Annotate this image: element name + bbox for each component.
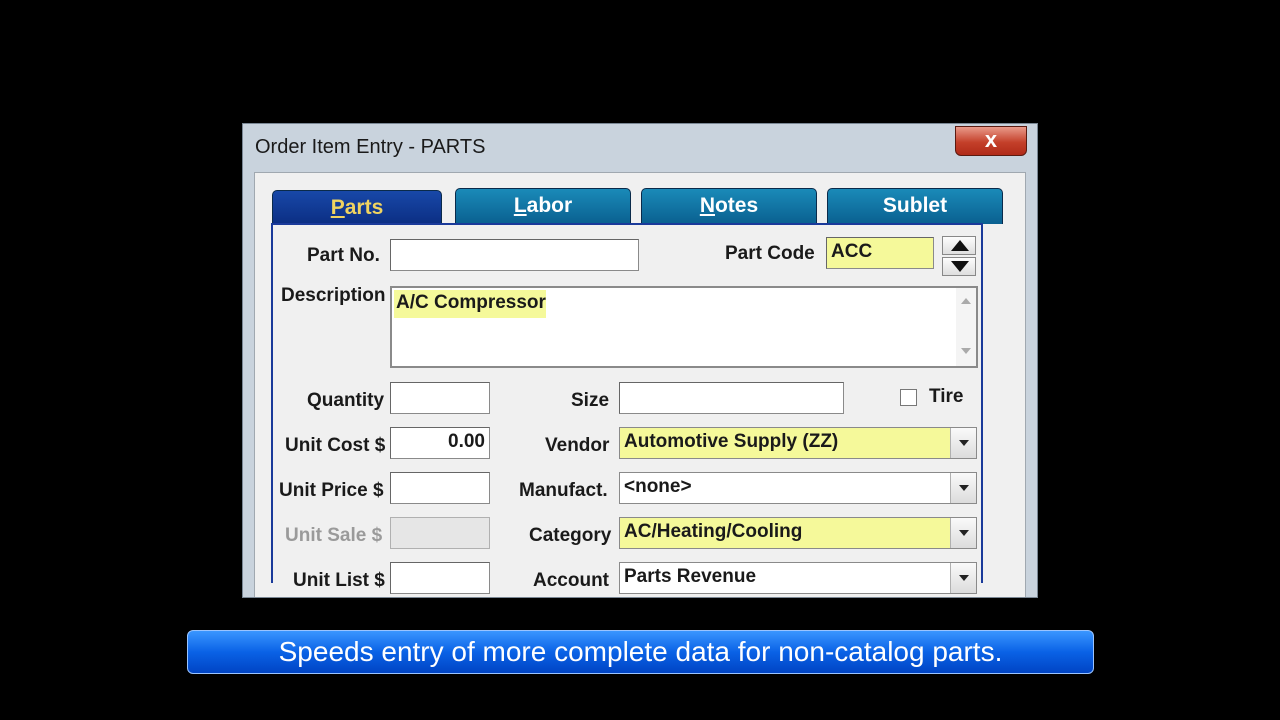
description-textarea[interactable]: A/C Compressor xyxy=(390,286,978,368)
account-label: Account xyxy=(533,570,609,591)
account-select[interactable]: Parts Revenue xyxy=(619,562,977,594)
tab-notes-label: otes xyxy=(714,194,759,217)
manufact-label: Manufact. xyxy=(519,480,608,501)
window-client: Parts Labor Notes Sublet Part No. Part C… xyxy=(254,172,1026,597)
unit-cost-label: Unit Cost $ xyxy=(285,435,386,456)
tire-label: Tire xyxy=(929,386,964,407)
caption-banner: Speeds entry of more complete data for n… xyxy=(187,630,1094,674)
spin-up-button[interactable] xyxy=(942,236,976,255)
description-scrollbar[interactable] xyxy=(956,288,976,366)
account-dropdown-icon[interactable] xyxy=(950,563,976,593)
size-input[interactable] xyxy=(619,382,844,414)
part-no-label: Part No. xyxy=(307,245,380,266)
part-no-input[interactable] xyxy=(390,239,639,271)
scroll-down-icon xyxy=(961,348,971,354)
vendor-dropdown-icon[interactable] xyxy=(950,428,976,458)
part-code-spinner xyxy=(942,236,976,276)
description-label: Description xyxy=(281,285,386,306)
category-label: Category xyxy=(529,525,612,546)
unit-price-label: Unit Price $ xyxy=(279,480,384,501)
close-button[interactable]: x xyxy=(955,126,1027,156)
tab-labor-hotkey: L xyxy=(513,194,527,217)
manufact-dropdown-icon[interactable] xyxy=(950,473,976,503)
description-text: A/C Compressor xyxy=(394,290,546,318)
order-item-entry-window: Order Item Entry - PARTS x Parts Labor N… xyxy=(242,123,1038,598)
part-code-label: Part Code xyxy=(725,243,815,264)
tire-checkbox[interactable] xyxy=(900,389,917,406)
size-label: Size xyxy=(571,390,610,411)
unit-sale-input xyxy=(390,517,490,549)
tab-parts[interactable]: Parts xyxy=(272,190,442,227)
unit-list-label: Unit List $ xyxy=(293,570,385,591)
tab-sublet-label: Sublet xyxy=(882,194,948,217)
scroll-up-icon xyxy=(961,298,971,304)
unit-cost-input[interactable]: 0.00 xyxy=(390,427,490,459)
quantity-input[interactable] xyxy=(390,382,490,414)
tab-labor[interactable]: Labor xyxy=(455,188,631,224)
manufact-select[interactable]: <none> xyxy=(619,472,977,504)
tab-parts-hotkey: P xyxy=(330,196,345,219)
quantity-label: Quantity xyxy=(307,390,385,411)
unit-price-input[interactable] xyxy=(390,472,490,504)
manufact-value: <none> xyxy=(624,476,692,497)
tab-sublet[interactable]: Sublet xyxy=(827,188,1003,224)
part-code-input[interactable]: ACC xyxy=(826,237,934,269)
unit-list-input[interactable] xyxy=(390,562,490,594)
category-dropdown-icon[interactable] xyxy=(950,518,976,548)
tab-parts-label: arts xyxy=(344,196,384,219)
tab-labor-label: abor xyxy=(526,194,573,217)
tab-notes-hotkey: N xyxy=(699,194,715,217)
spin-down-button[interactable] xyxy=(942,257,976,276)
unit-sale-label: Unit Sale $ xyxy=(285,525,383,546)
category-select[interactable]: AC/Heating/Cooling xyxy=(619,517,977,549)
vendor-value: Automotive Supply (ZZ) xyxy=(620,428,950,458)
vendor-select[interactable]: Automotive Supply (ZZ) xyxy=(619,427,977,459)
vendor-label: Vendor xyxy=(545,435,610,456)
account-value: Parts Revenue xyxy=(624,566,757,587)
category-value: AC/Heating/Cooling xyxy=(620,518,950,548)
tab-notes[interactable]: Notes xyxy=(641,188,817,224)
window-title: Order Item Entry - PARTS xyxy=(255,136,486,158)
